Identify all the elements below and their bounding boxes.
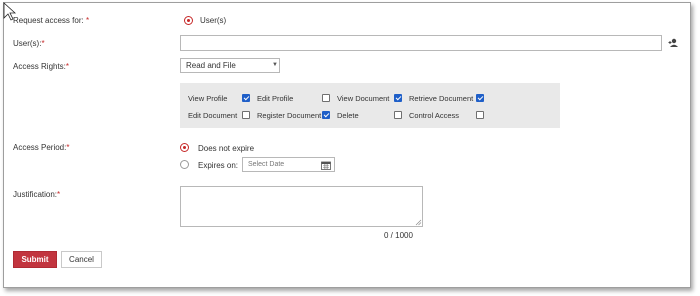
calendar-icon[interactable] [321, 161, 331, 170]
expires-on-label: Expires on: [198, 161, 239, 170]
perm-label: Edit Profile [257, 94, 294, 103]
submit-button[interactable]: Submit [13, 251, 57, 268]
date-placeholder: Select Date [248, 161, 285, 168]
perm-label: Edit Document [188, 111, 238, 120]
perm-label: Register Document [257, 111, 322, 120]
perm-label: Control Access [409, 111, 460, 120]
users-radio[interactable] [184, 16, 193, 25]
expiry-date-field[interactable]: Select Date [242, 157, 335, 172]
access-rights-select[interactable]: Read and File ▼ [180, 58, 280, 73]
perm-label: Delete [337, 111, 359, 120]
does-not-expire-radio[interactable] [180, 143, 189, 152]
perm-label: Retrieve Document [409, 94, 474, 103]
perm-checkbox-retrieve-document[interactable] [476, 94, 484, 102]
justification-textarea[interactable] [180, 186, 423, 227]
resize-handle-icon[interactable] [415, 219, 422, 226]
perm-checkbox-control-access[interactable] [476, 111, 484, 119]
perm-checkbox-view-document[interactable] [394, 94, 402, 102]
perm-checkbox-delete[interactable] [394, 111, 402, 119]
perm-label: View Profile [188, 94, 228, 103]
access-period-label: Access Period:* [13, 143, 70, 152]
perm-checkbox-edit-document[interactable] [242, 111, 250, 119]
character-counter: 0 / 1000 [384, 231, 413, 240]
users-label: User(s):* [13, 39, 45, 48]
access-rights-label: Access Rights:* [13, 62, 70, 71]
perm-checkbox-register-document[interactable] [322, 111, 330, 119]
permissions-panel: View Profile Edit Profile View Document … [180, 83, 560, 128]
access-rights-selected: Read and File [186, 61, 236, 70]
perm-checkbox-view-profile[interactable] [242, 94, 250, 102]
perm-checkbox-edit-profile[interactable] [322, 94, 330, 102]
does-not-expire-label: Does not expire [198, 144, 255, 153]
cancel-button[interactable]: Cancel [61, 251, 102, 268]
request-access-label: Request access for: * [13, 16, 90, 25]
perm-label: View Document [337, 94, 390, 103]
users-radio-label: User(s) [200, 16, 227, 25]
access-request-form: Request access for: * User(s) User(s):* … [3, 2, 691, 288]
add-user-icon[interactable] [668, 38, 680, 48]
justification-label: Justification:* [13, 190, 61, 199]
users-input[interactable] [180, 35, 662, 51]
expires-on-radio[interactable] [180, 160, 189, 169]
chevron-down-icon: ▼ [272, 62, 278, 68]
